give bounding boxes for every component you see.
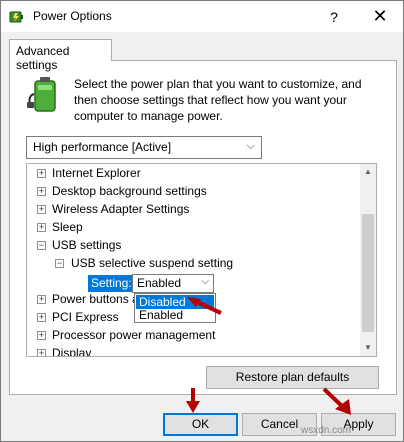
expand-icon[interactable]: + xyxy=(37,349,46,356)
watermark: wsxdn.com xyxy=(301,425,352,436)
ok-button[interactable]: OK xyxy=(163,413,238,436)
collapse-icon[interactable]: − xyxy=(55,259,64,268)
collapse-icon[interactable]: − xyxy=(37,241,46,250)
expand-icon[interactable]: + xyxy=(37,205,46,214)
tree-item-label: PCI Express xyxy=(52,310,119,324)
tree-item-label: Wireless Adapter Settings xyxy=(52,202,190,216)
close-button[interactable]: ✕ xyxy=(357,1,403,32)
help-button[interactable]: ? xyxy=(311,1,357,32)
setting-value: Enabled xyxy=(137,276,182,290)
tree-scrollbar[interactable]: ▲ ▼ xyxy=(360,164,376,356)
tree-item-label: Internet Explorer xyxy=(52,166,141,180)
expand-icon[interactable]: + xyxy=(37,331,46,340)
setting-value-select[interactable]: Enabled ⌵ xyxy=(132,274,214,293)
tree-item-label: USB settings xyxy=(52,238,122,252)
restore-plan-defaults-button[interactable]: Restore plan defaults xyxy=(206,366,379,389)
expand-icon[interactable]: + xyxy=(37,169,46,178)
scroll-up-arrow-icon[interactable]: ▲ xyxy=(360,164,376,180)
arrow-annotation-ok-icon xyxy=(186,388,200,413)
window-title: Power Options xyxy=(33,9,112,23)
expand-icon[interactable]: + xyxy=(37,187,46,196)
title-bar: Power Options ? ✕ xyxy=(1,1,403,32)
battery-icon xyxy=(27,77,56,112)
tab-advanced-settings[interactable]: Advanced settings xyxy=(9,39,112,72)
arrow-annotation-apply-icon xyxy=(322,387,351,415)
arrow-annotation-dropdown-icon xyxy=(187,297,222,315)
expand-icon[interactable]: + xyxy=(37,295,46,304)
intro-text: Select the power plan that you want to c… xyxy=(74,77,362,123)
chevron-down-icon: ⌵ xyxy=(246,140,255,152)
power-options-icon xyxy=(9,11,23,23)
tree-item-label: Sleep xyxy=(52,220,83,234)
chevron-down-icon: ⌵ xyxy=(201,276,209,287)
tree-item-label: Processor power management xyxy=(52,328,216,342)
expand-icon[interactable]: + xyxy=(37,223,46,232)
expand-icon[interactable]: + xyxy=(37,313,46,322)
scrollbar-thumb[interactable] xyxy=(362,214,374,332)
power-plan-value: High performance [Active] xyxy=(33,140,172,154)
tree-item-label: Display xyxy=(52,346,92,357)
tree-item-label: Desktop background settings xyxy=(52,184,207,198)
power-options-window: Power Options ? ✕ Advanced settings Sele… xyxy=(0,0,404,442)
settings-tree: + Internet Explorer + Desktop background… xyxy=(26,163,377,357)
scroll-down-arrow-icon[interactable]: ▼ xyxy=(360,340,376,356)
setting-label: Setting: xyxy=(88,275,135,292)
power-plan-select[interactable]: High performance [Active] ⌵ xyxy=(26,136,262,159)
tree-item-label: USB selective suspend setting xyxy=(71,256,234,270)
